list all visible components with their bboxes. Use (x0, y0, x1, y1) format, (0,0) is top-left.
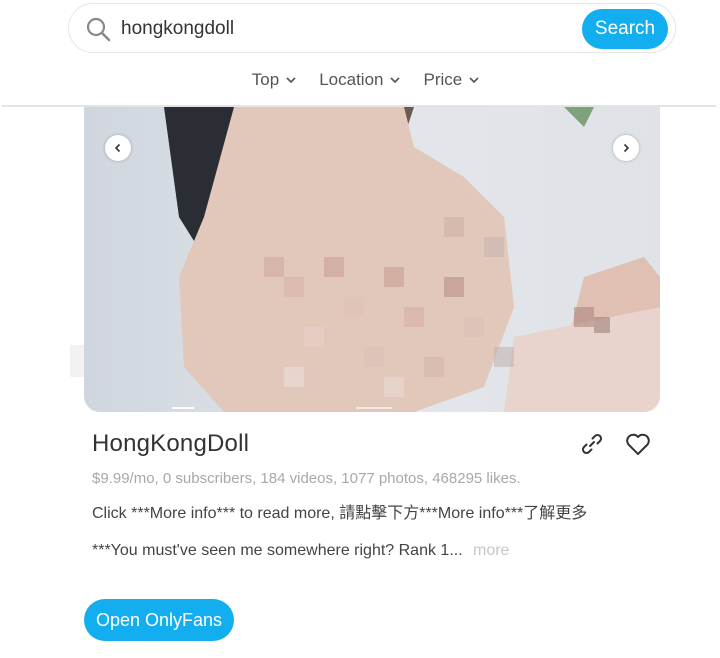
filter-location[interactable]: Location (319, 68, 401, 92)
filter-label: Price (423, 70, 463, 89)
filter-price[interactable]: Price (423, 68, 480, 92)
chevron-left-icon (114, 143, 121, 153)
link-icon[interactable] (579, 431, 605, 457)
carousel-indicator (172, 407, 194, 409)
carousel-next-button[interactable] (613, 135, 639, 161)
open-onlyfans-button[interactable]: Open OnlyFans (84, 599, 234, 641)
carousel-prev-button[interactable] (105, 135, 131, 161)
more-link[interactable]: more (473, 542, 509, 560)
chevron-right-icon (623, 143, 630, 153)
profile-name: HongKongDoll (92, 430, 250, 457)
profile-image-carousel[interactable] (84, 107, 660, 412)
heart-icon[interactable] (624, 430, 652, 458)
profile-description-line1: Click ***More info*** to read more, 請點擊下… (92, 505, 588, 522)
chevron-down-icon (469, 77, 479, 84)
filter-label: Top (251, 70, 280, 89)
profile-description-line2: ***You must've seen me somewhere right? … (92, 542, 463, 559)
chevron-down-icon (286, 77, 296, 84)
carousel-indicator (356, 407, 392, 409)
filter-label: Location (319, 70, 384, 89)
profile-photo (84, 107, 660, 412)
filter-bar: Top Location Price (0, 68, 720, 92)
chevron-down-icon (390, 77, 401, 84)
filter-top[interactable]: Top (252, 68, 297, 92)
profile-stats: $9.99/mo, 0 subscribers, 184 videos, 107… (92, 470, 521, 487)
search-input[interactable] (121, 12, 561, 46)
search-bar: Search (68, 3, 676, 53)
search-icon (86, 17, 111, 42)
search-button[interactable]: Search (582, 9, 668, 49)
